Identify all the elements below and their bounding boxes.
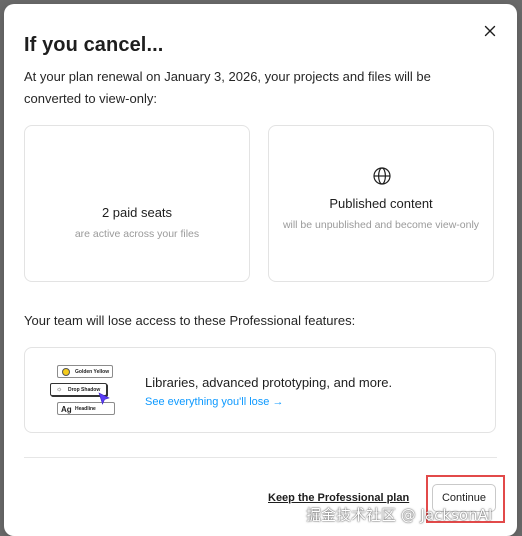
professional-features-card: Golden Yellow ☼ Drop Shadow Ag Headline …	[24, 347, 496, 433]
published-content-card: Published content will be unpublished an…	[268, 125, 494, 282]
effect-icon: ☼	[56, 386, 63, 393]
paid-seats-card: 2 paid seats are active across your file…	[24, 125, 250, 282]
cancel-plan-dialog: If you cancel... At your plan renewal on…	[4, 4, 517, 536]
golden-yellow-pill: Golden Yellow	[57, 365, 113, 378]
paid-seats-subtext: are active across your files	[74, 228, 200, 240]
dialog-intro: At your plan renewal on January 3, 2026,…	[24, 69, 431, 106]
pill-label: Headline	[75, 406, 96, 412]
features-text: Libraries, advanced prototyping, and mor…	[145, 375, 393, 390]
dialog-title: If you cancel...	[24, 34, 164, 56]
close-icon	[484, 25, 496, 37]
footer-divider	[24, 457, 497, 458]
pill-label: Drop Shadow	[68, 387, 101, 393]
continue-button[interactable]: Continue	[432, 484, 496, 512]
keep-professional-plan-link[interactable]: Keep the Professional plan	[268, 492, 409, 504]
close-button[interactable]	[481, 22, 499, 40]
see-everything-link[interactable]: See everything you'll lose →	[145, 396, 283, 408]
published-content-heading: Published content	[329, 196, 433, 211]
globe-icon	[373, 167, 391, 185]
text-style-icon: Ag	[61, 405, 72, 414]
paid-seats-heading: 2 paid seats	[101, 205, 173, 220]
cursor-icon	[98, 392, 110, 405]
yellow-swatch-icon	[62, 368, 70, 376]
pill-label: Golden Yellow	[75, 369, 110, 375]
lose-access-text: Your team will lose access to these Prof…	[24, 313, 356, 328]
features-illustration: Golden Yellow ☼ Drop Shadow Ag Headline	[47, 362, 119, 420]
published-content-subtext: will be unpublished and become view-only	[282, 219, 480, 231]
